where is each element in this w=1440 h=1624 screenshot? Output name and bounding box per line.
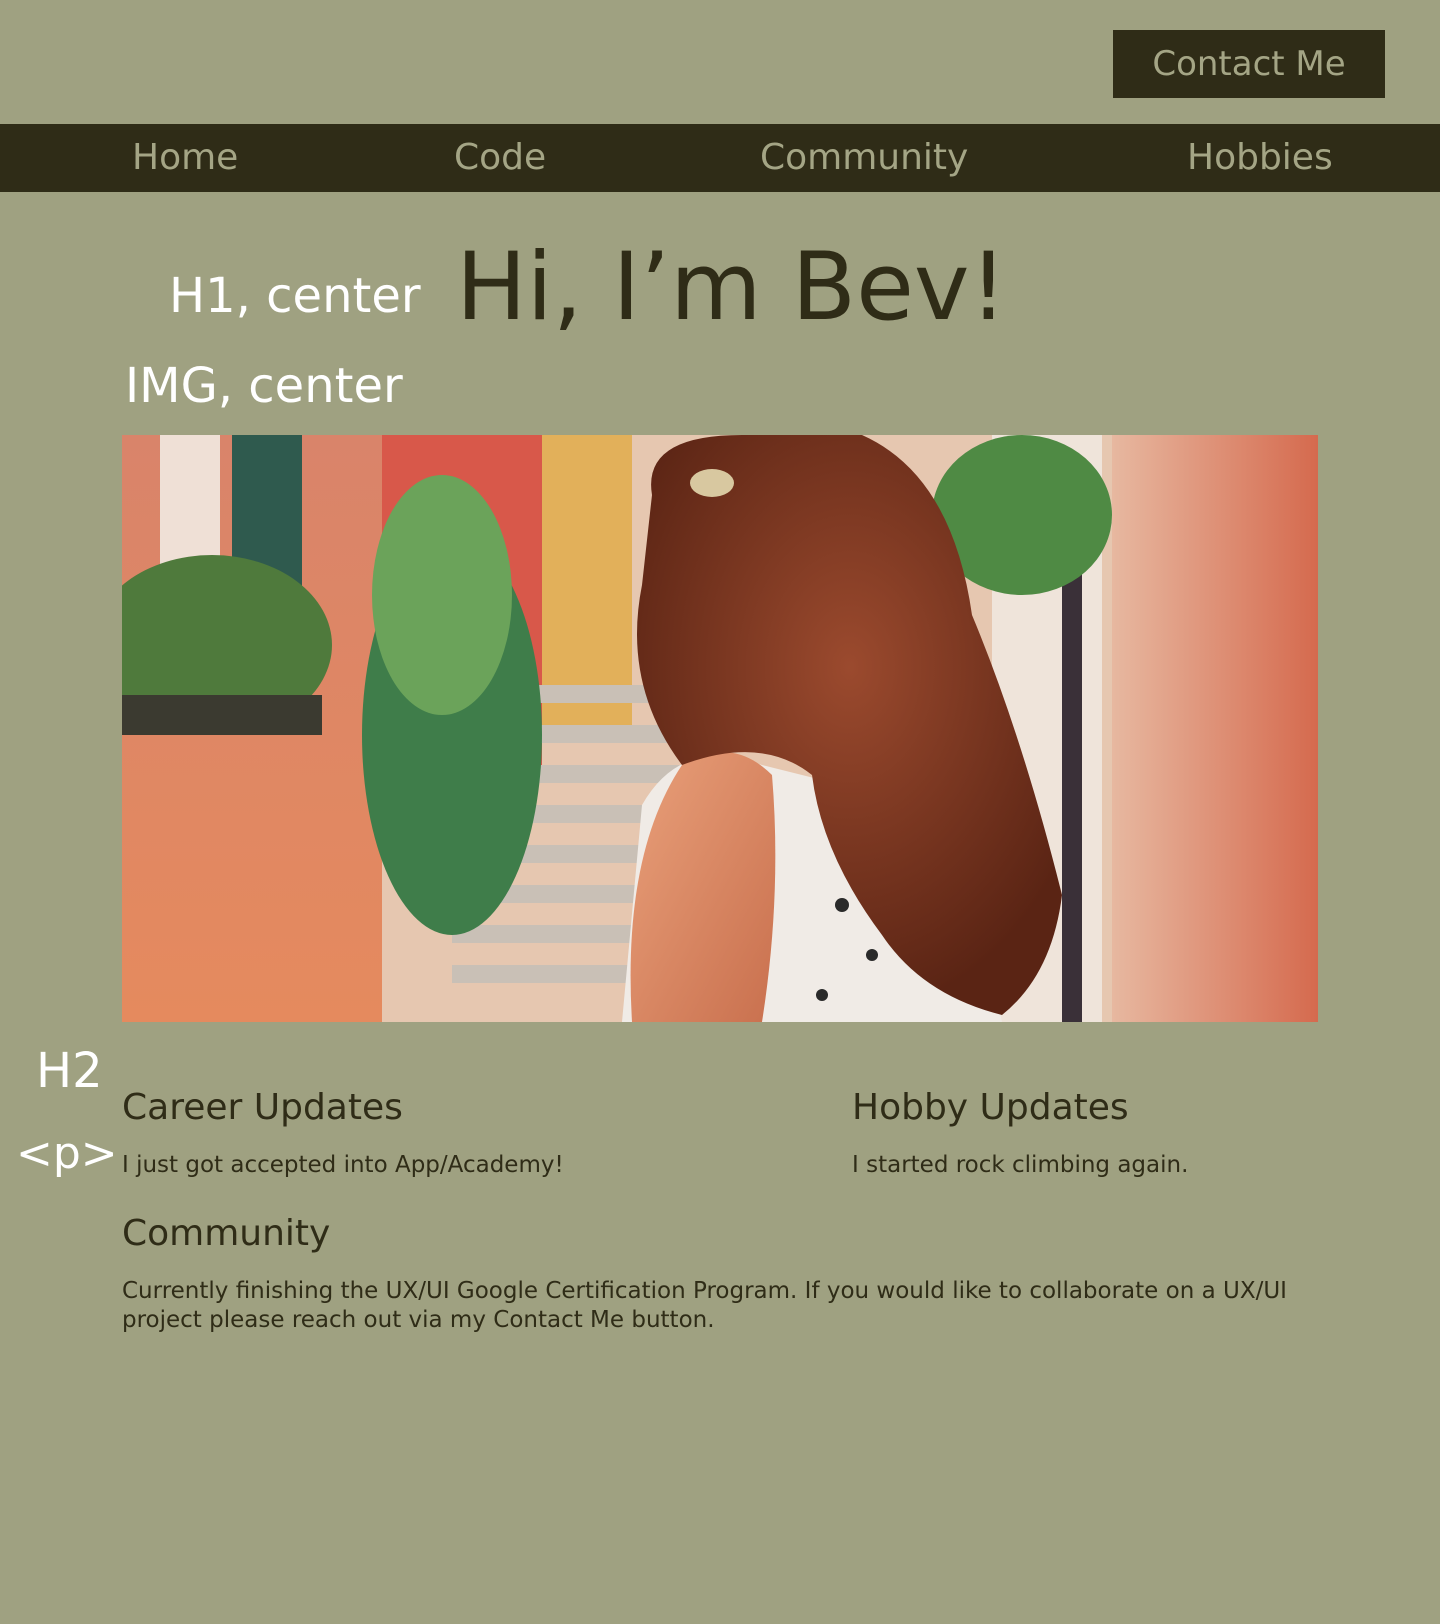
community-heading: Community [122,1213,331,1254]
career-updates-text: I just got accepted into App/Academy! [122,1152,564,1178]
nav-community[interactable]: Community [760,124,968,192]
annotation-h1-center: H1, center [169,268,421,324]
contact-me-button[interactable]: Contact Me [1113,30,1385,98]
annotation-h2: H2 [36,1043,103,1099]
hero-photo-illustration [122,435,1318,1022]
annotation-p: <p> [16,1128,118,1179]
page-title: Hi, I’m Bev! [456,233,1008,342]
hobby-updates-heading: Hobby Updates [852,1087,1129,1128]
nav-hobbies[interactable]: Hobbies [1187,124,1333,192]
career-updates-heading: Career Updates [122,1087,403,1128]
nav-home[interactable]: Home [132,124,238,192]
annotation-img-center: IMG, center [125,358,403,414]
nav-code[interactable]: Code [454,124,546,192]
main-nav: Home Code Community Hobbies [0,124,1440,192]
hobby-updates-text: I started rock climbing again. [852,1152,1189,1178]
community-text: Currently finishing the UX/UI Google Cer… [122,1278,1287,1333]
hero-photo [122,435,1318,1022]
